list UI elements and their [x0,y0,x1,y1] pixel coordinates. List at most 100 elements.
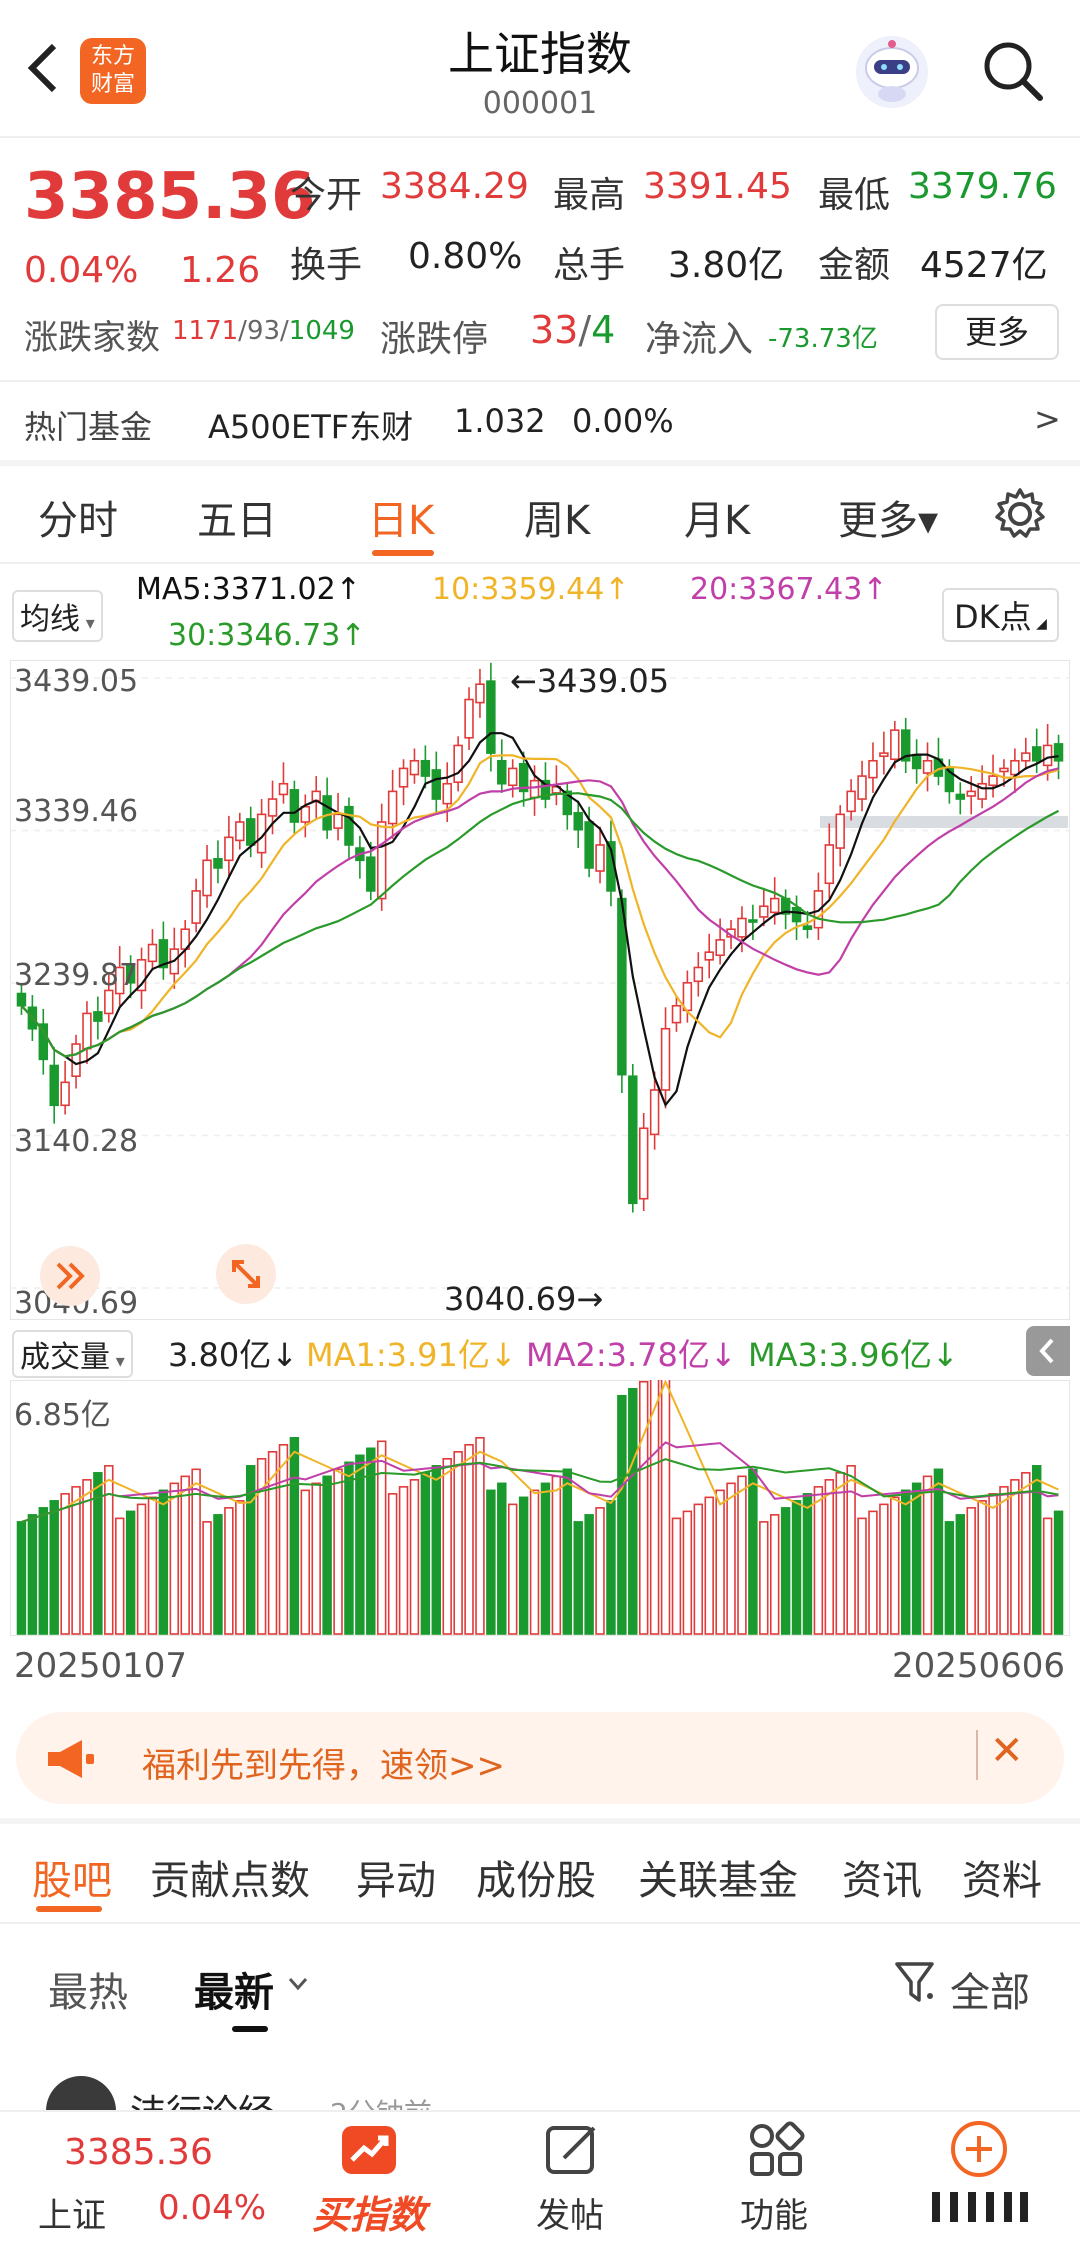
candle [1021,752,1031,762]
search-icon[interactable] [978,36,1048,106]
candle [879,752,889,757]
collapse-panel-icon[interactable] [1026,1326,1070,1376]
candle [147,943,158,963]
volume-ma3: MA3:3.96亿↓ [748,1336,959,1374]
candle [846,790,856,813]
volume-bar [409,1479,420,1635]
filter-hot[interactable]: 最热 [48,1960,128,2018]
volume-bar [355,1454,365,1635]
candle [191,890,201,924]
volume-bar [628,1387,638,1635]
volume-bar [649,1380,660,1635]
tab-guba[interactable]: 股吧 [32,1848,112,1906]
hot-fund-pct: 0.00% [572,402,674,440]
volume-selector-label: 成交量 [20,1340,110,1375]
candle [628,1075,638,1205]
tab-contribution[interactable]: 贡献点数 [150,1848,310,1906]
low-annotation: 3040.69→ [444,1280,604,1318]
volume-bar [911,1482,922,1635]
tab-five-day[interactable]: 五日 [197,488,277,546]
tab-daily-k[interactable]: 日K [368,488,434,546]
volume-bar [453,1451,463,1635]
banner-text[interactable]: 福利先到先得，速领>> [142,1738,505,1787]
candle [715,939,725,957]
hot-fund-name[interactable]: A500ETF东财 [208,402,413,448]
candle [737,917,747,938]
volume-bar [278,1444,289,1635]
filter-latest[interactable]: 最新 [194,1960,274,2018]
tab-intraday[interactable]: 分时 [38,488,118,546]
collapse-arrows-icon[interactable] [40,1246,100,1306]
breadth-up: 1171 [172,316,239,346]
filter-icon[interactable] [892,1958,942,2008]
change-abs: 1.26 [180,250,261,291]
buy-index-label[interactable]: 买指数 [312,2184,426,2239]
open-value: 3384.29 [380,166,529,207]
candle [104,989,114,1015]
hot-fund-arrow[interactable]: > [1034,400,1061,438]
tab-weekly-k[interactable]: 周K [524,488,590,546]
volume-selector[interactable]: 成交量 ▾ [12,1330,133,1378]
high-label: 最高 [553,175,626,216]
candle [671,1004,682,1024]
functions-label[interactable]: 功能 [740,2188,808,2237]
content-tab-underline [36,1906,102,1912]
tab-constituents[interactable]: 成份股 [476,1848,596,1906]
candle [398,767,409,788]
volume-bar [1021,1472,1031,1635]
functions-icon[interactable] [746,2120,806,2180]
volume-bar [606,1500,616,1635]
volume-bar [922,1475,933,1635]
tab-related-funds[interactable]: 关联基金 [638,1848,798,1906]
banner-close-icon[interactable]: ✕ [990,1728,1024,1774]
buy-index-icon[interactable] [338,2122,400,2178]
volume-bar [715,1489,725,1635]
last-price: 3385.36 [24,160,316,234]
volume-bar [1010,1479,1020,1635]
candle [748,919,758,923]
volume-chart[interactable] [10,1380,1070,1636]
tab-news[interactable]: 资讯 [842,1848,922,1906]
candlestick-chart[interactable] [10,660,1070,1320]
volume-bar [955,1514,966,1635]
candle [420,759,431,777]
y-tick-top: 3439.05 [14,664,139,699]
candle [638,1127,649,1200]
volume-bar [507,1503,518,1635]
edit-post-icon[interactable] [542,2120,602,2180]
ma20-line [20,767,1059,1058]
volume-bar [769,1514,780,1635]
volume-bar [726,1482,736,1635]
candle [333,813,343,829]
bottom-price: 3385.36 [64,2132,213,2173]
candle [235,821,245,842]
tabs-divider [0,562,1080,564]
fullscreen-icon[interactable] [216,1244,276,1304]
hot-fund-price: 1.032 [454,402,546,440]
tab-movement[interactable]: 异动 [356,1848,436,1906]
candle [224,836,234,862]
settings-icon[interactable] [992,486,1048,542]
volume-bar [224,1507,234,1635]
add-icon[interactable] [948,2118,1010,2180]
candle [890,729,900,761]
robot-assistant-icon[interactable] [852,32,932,112]
candle [693,966,704,983]
dk-point-button[interactable]: DK点 ◢ [942,588,1059,642]
ma-selector[interactable]: 均线 ▾ [12,590,103,642]
limit-label: 涨跌停 [380,319,489,360]
post-label[interactable]: 发帖 [536,2188,604,2237]
filter-all[interactable]: 全部 [950,1960,1030,2018]
section-gap [0,460,1080,466]
chevron-down-icon[interactable] [286,1974,310,1994]
section-gap-2 [0,1818,1080,1824]
volume-bar [737,1475,747,1635]
volume-bar [879,1503,889,1635]
volume-bar [475,1436,485,1635]
volume-bar [780,1507,791,1635]
tab-profile[interactable]: 资料 [962,1848,1042,1906]
tab-monthly-k[interactable]: 月K [684,488,750,546]
tab-more[interactable]: 更多▾ [838,488,938,546]
more-button[interactable]: 更多 [935,304,1059,360]
candle [442,782,452,805]
